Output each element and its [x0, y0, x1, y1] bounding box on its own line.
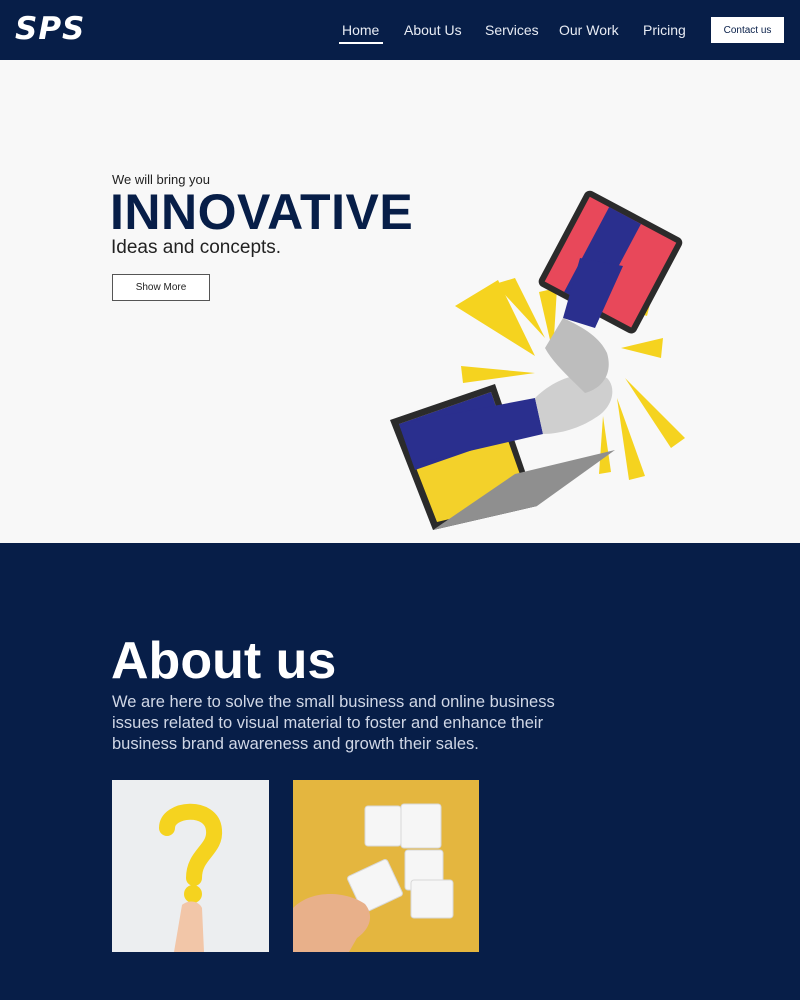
hero-subtitle: Ideas and concepts.: [111, 237, 282, 258]
handshake-right-hand: [545, 318, 609, 393]
nav-pricing[interactable]: Pricing: [643, 22, 686, 39]
nav-home[interactable]: Home: [342, 22, 379, 39]
hero-section: We will bring you INNOVATIVE Ideas and c…: [0, 60, 800, 543]
nav-about-us[interactable]: About Us: [404, 22, 462, 39]
puzzle-pieces-photo: [293, 780, 479, 952]
question-mark-photo: [112, 780, 269, 952]
nav-active-indicator: [339, 42, 383, 44]
about-title: About us: [111, 632, 337, 690]
hero-title: INNOVATIVE: [110, 184, 414, 240]
contact-us-button[interactable]: Contact us: [711, 17, 784, 43]
upper-laptop: [538, 190, 683, 334]
site-header: SPS Home About Us Services Our Work Pric…: [0, 0, 800, 60]
nav-services[interactable]: Services: [485, 22, 539, 39]
handshake-laptop-illustration: [390, 190, 685, 530]
about-section: About us We are here to solve the small …: [0, 543, 800, 1000]
nav-our-work[interactable]: Our Work: [559, 22, 619, 39]
about-description: We are here to solve the small business …: [112, 693, 555, 753]
logo[interactable]: SPS: [15, 11, 85, 47]
show-more-button[interactable]: Show More: [112, 274, 210, 301]
